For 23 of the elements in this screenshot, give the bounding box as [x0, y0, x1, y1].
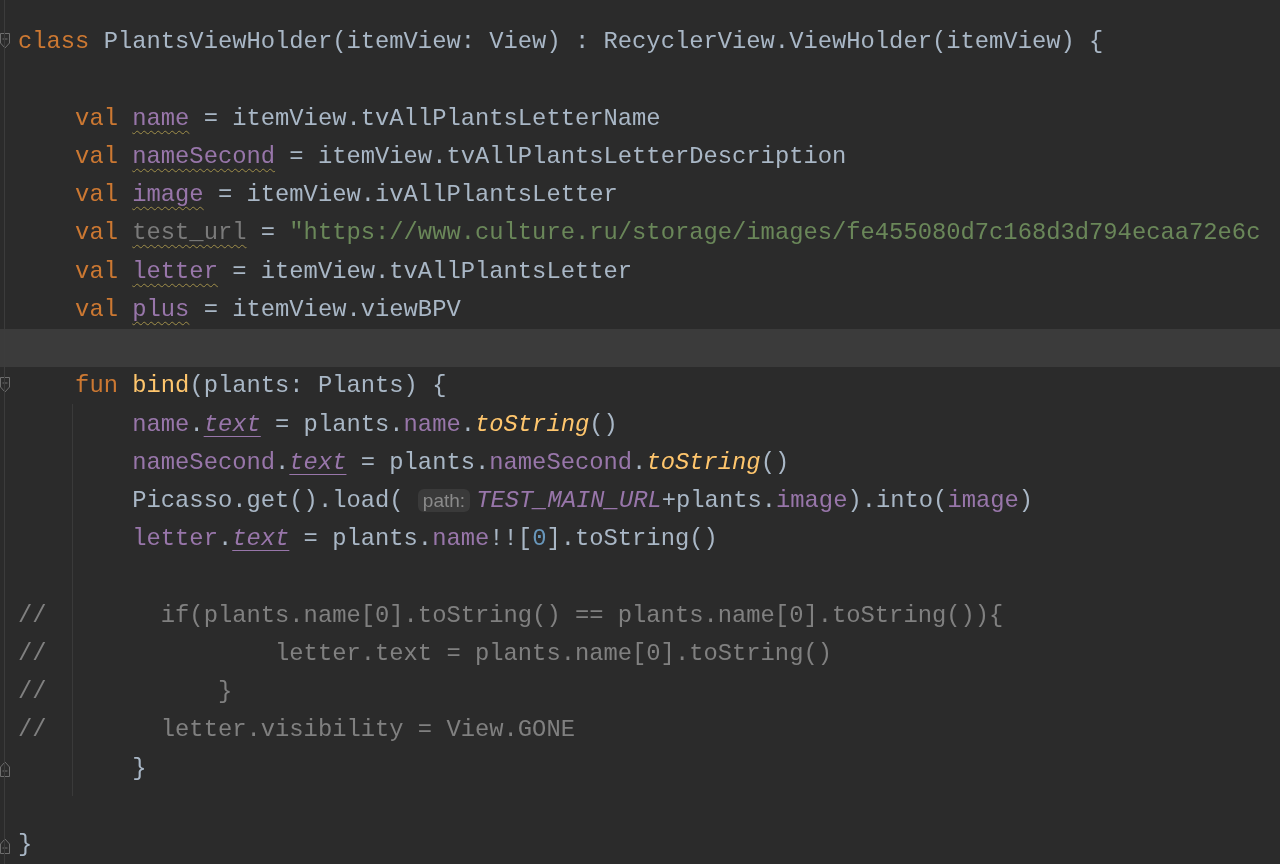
code-line: val name = itemView.tvAllPlantsLetterName [74, 106, 661, 131]
code-line: val image = itemView.ivAllPlantsLetter [74, 183, 618, 207]
code-line: name.text = plants.name.toString() [131, 412, 618, 437]
fold-icon[interactable] [0, 377, 10, 394]
fold-icon[interactable] [0, 33, 10, 49]
fold-icon[interactable] [0, 761, 10, 778]
code-editor[interactable] [0, 0, 1280, 864]
code-line: } [18, 833, 33, 857]
code-line: nameSecond.text = plants.nameSecond.toString() [131, 450, 790, 475]
code-line: val letter = itemView.tvAllPlantsLetter [74, 259, 633, 284]
code-line: // letter.text = plants.name[0].toString() [18, 641, 832, 666]
code-line: val plus = itemView.viewBPV [74, 297, 461, 322]
code-line: val nameSecond = itemView.tvAllPlantsLetterDescription [74, 144, 847, 169]
fold-icon[interactable] [0, 837, 10, 854]
code-line: Picasso.get().load( path: TEST_MAIN_URL+plants.image).into(image) [131, 489, 1034, 513]
code-line: class PlantsViewHolder(itemView: View) : RecyclerView.ViewHolder(itemView) { [18, 30, 1104, 54]
code-line: letter.text = plants.name!![0].toString() [131, 527, 718, 552]
code-line: // if(plants.name[0].toString() == plants.name[0].toString()){ [18, 603, 1004, 628]
code-line: } [131, 756, 147, 781]
code-line: // } [18, 680, 233, 704]
code-line: fun bind(plants: Plants) { [74, 374, 447, 399]
code-line: val test_url = "https://www.culture.ru/storage/images/fe455080d7c168d3d794ecaa72e6c [74, 221, 1261, 246]
code-line: // letter.visibility = View.GONE [18, 718, 575, 743]
